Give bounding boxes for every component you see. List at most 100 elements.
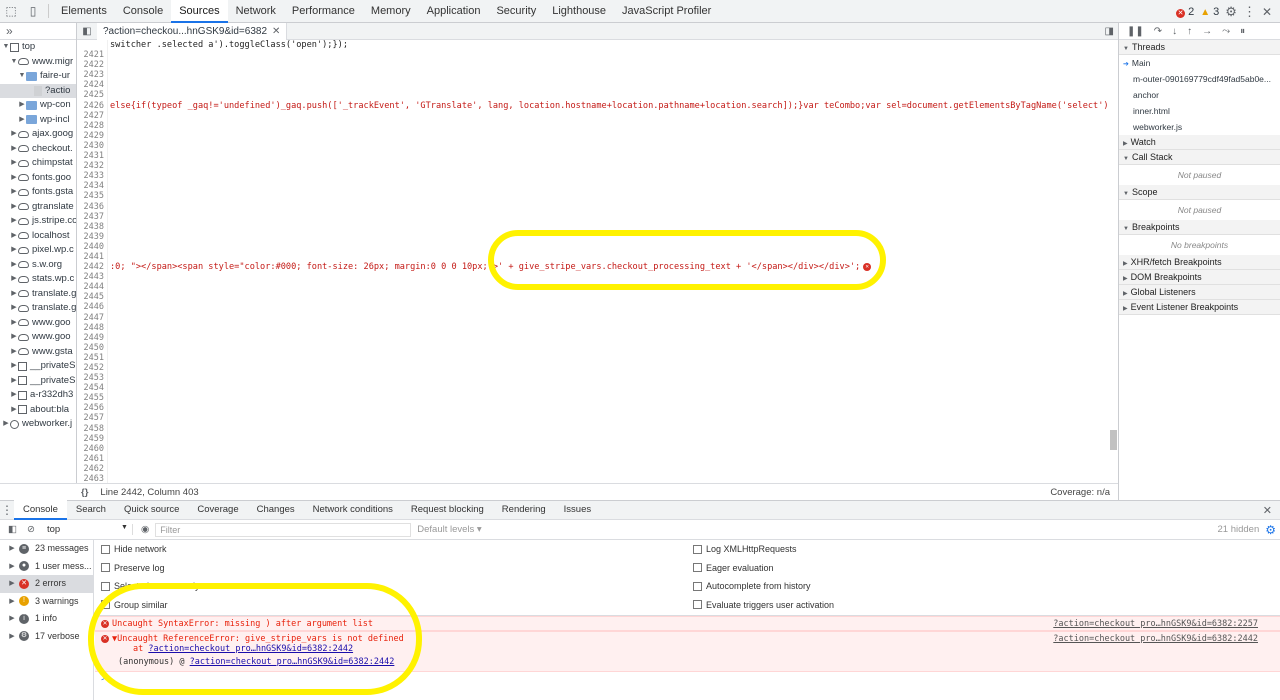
section-header-xhr-fetch-breakpoints[interactable]: ▶ XHR/fetch Breakpoints xyxy=(1119,255,1280,270)
checkbox[interactable] xyxy=(101,544,110,554)
live-expression-eye-icon[interactable]: ◉ xyxy=(141,524,149,535)
collapsed-triangle-icon[interactable]: ▶ xyxy=(10,287,18,302)
tree-item[interactable]: ▶ translate.g xyxy=(0,287,76,302)
device-toolbar-icon[interactable]: ▯ xyxy=(22,0,44,22)
more-tabs-chevron-icon[interactable]: » xyxy=(6,24,13,38)
collapsed-triangle-icon[interactable]: ▶ xyxy=(8,593,16,611)
section-header-watch[interactable]: ▶ Watch xyxy=(1119,135,1280,150)
collapsed-triangle-icon[interactable]: ▶ xyxy=(10,374,18,389)
collapsed-triangle-icon[interactable]: ▶ xyxy=(10,200,18,215)
line-number[interactable]: 2437 xyxy=(77,212,107,222)
setting-selected-context-only[interactable]: Selected context only xyxy=(101,581,200,591)
scroll-thumb[interactable] xyxy=(1110,430,1117,450)
tab-memory[interactable]: Memory xyxy=(363,0,419,23)
line-number[interactable]: 2423 xyxy=(77,70,107,80)
tab-network[interactable]: Network xyxy=(228,0,284,23)
line-number[interactable]: 2451 xyxy=(77,353,107,363)
tree-item[interactable]: ▶ pixel.wp.c xyxy=(0,243,76,258)
tree-item[interactable]: ?actio xyxy=(0,83,76,98)
collapsed-triangle-icon[interactable]: ▶ xyxy=(10,403,18,418)
collapsed-triangle-icon[interactable]: ▶ xyxy=(10,388,18,403)
line-number[interactable]: 2461 xyxy=(77,454,107,464)
tree-item[interactable]: ▶ www.gsta xyxy=(0,345,76,360)
error-source-link[interactable]: ?action=checkout_pro…hnGSK9&id=6382:2442 xyxy=(1053,634,1258,644)
drawer-tab-request-blocking[interactable]: Request blocking xyxy=(402,500,493,520)
pause-icon[interactable]: ❚❚ xyxy=(1127,26,1144,37)
tab-console[interactable]: Console xyxy=(115,0,171,23)
context-selector[interactable]: top ▼ xyxy=(47,524,133,535)
line-number[interactable]: 2441 xyxy=(77,252,107,262)
clear-console-icon[interactable]: ⊘ xyxy=(27,524,35,535)
tree-item[interactable]: ▶ localhost xyxy=(0,229,76,244)
setting-eager-evaluation[interactable]: Eager evaluation xyxy=(693,563,774,573)
tree-item[interactable]: ▶ translate.g xyxy=(0,301,76,316)
warning-counter[interactable]: ▲ 3 xyxy=(1200,6,1219,18)
tree-item[interactable]: ▶ about:bla xyxy=(0,403,76,418)
toggle-navigator-icon[interactable]: ◧ xyxy=(77,26,97,37)
setting-autocomplete-from-history[interactable]: Autocomplete from history xyxy=(693,581,811,591)
tree-item[interactable]: ▶ js.stripe.co xyxy=(0,214,76,229)
section-header-scope[interactable]: ▼ Scope xyxy=(1119,185,1280,200)
tree-item[interactable]: ▶ www.goo xyxy=(0,316,76,331)
line-number[interactable]: 2455 xyxy=(77,393,107,403)
collapsed-triangle-icon[interactable]: ▶ xyxy=(10,272,18,287)
collapsed-triangle-icon[interactable]: ▶ xyxy=(8,540,16,558)
collapsed-triangle-icon[interactable]: ▶ xyxy=(10,258,18,273)
thread-item[interactable]: webworker.js xyxy=(1119,119,1280,135)
thread-item[interactable]: anchor xyxy=(1119,87,1280,103)
expanded-triangle-icon[interactable]: ▼ xyxy=(2,40,10,55)
settings-gear-icon[interactable]: ⚙ xyxy=(1225,4,1237,20)
close-drawer-icon[interactable]: ✕ xyxy=(1263,504,1272,517)
tab-sources[interactable]: Sources xyxy=(171,0,228,23)
line-number[interactable]: 2457 xyxy=(77,413,107,423)
drawer-tab-console[interactable]: Console xyxy=(14,500,67,520)
collapsed-triangle-icon[interactable]: ▶ xyxy=(10,229,18,244)
expanded-triangle-icon[interactable]: ▼ xyxy=(10,55,18,70)
line-number[interactable]: 2421 xyxy=(77,50,107,60)
line-number[interactable]: 2448 xyxy=(77,323,107,333)
line-number[interactable]: 2426 xyxy=(77,101,107,111)
error-source-link[interactable]: ?action=checkout_pro…hnGSK9&id=6382:2257 xyxy=(1053,619,1258,629)
tree-item[interactable]: ▶ gtranslate xyxy=(0,200,76,215)
collapsed-triangle-icon[interactable]: ▶ xyxy=(10,214,18,229)
inspect-element-icon[interactable]: ⬚ xyxy=(0,0,22,22)
step-out-icon[interactable]: ↑ xyxy=(1187,26,1192,37)
collapsed-triangle-icon[interactable]: ▶ xyxy=(10,142,18,157)
line-number[interactable]: 2445 xyxy=(77,292,107,302)
line-number[interactable]: 2429 xyxy=(77,131,107,141)
collapsed-triangle-icon[interactable]: ▶ xyxy=(10,185,18,200)
thread-item[interactable]: m-outer-090169779cdf49fad5ab0e... xyxy=(1119,71,1280,87)
tree-item[interactable]: ▼ www.migr xyxy=(0,55,76,70)
console-settings-gear-icon[interactable]: ⚙ xyxy=(1265,523,1276,537)
console-filter-item[interactable]: ▶! 3 warnings xyxy=(0,593,93,611)
console-prompt[interactable]: > xyxy=(95,673,1280,687)
line-number[interactable]: 2447 xyxy=(77,313,107,323)
tree-item[interactable]: ▶ s.w.org xyxy=(0,258,76,273)
drawer-tab-issues[interactable]: Issues xyxy=(555,500,600,520)
line-number[interactable]: 2439 xyxy=(77,232,107,242)
section-header-call-stack[interactable]: ▼ Call Stack xyxy=(1119,150,1280,165)
vertical-scrollbar[interactable] xyxy=(1108,40,1118,490)
checkbox[interactable] xyxy=(693,544,702,554)
line-number[interactable]: 2436 xyxy=(77,202,107,212)
tab-security[interactable]: Security xyxy=(488,0,544,23)
line-number[interactable]: 2432 xyxy=(77,161,107,171)
line-number[interactable]: 2425 xyxy=(77,90,107,100)
section-header-global-listeners[interactable]: ▶ Global Listeners xyxy=(1119,285,1280,300)
line-number[interactable]: 2446 xyxy=(77,302,107,312)
console-filter-item[interactable]: ▶ ● 1 user mess... xyxy=(0,558,93,576)
log-levels-dropdown[interactable]: Default levels ▾ xyxy=(417,524,481,535)
collapsed-triangle-icon[interactable]: ▶ xyxy=(10,301,18,316)
line-number[interactable]: 2424 xyxy=(77,80,107,90)
line-number[interactable]: 2454 xyxy=(77,383,107,393)
line-number[interactable]: 2459 xyxy=(77,434,107,444)
collapsed-triangle-icon[interactable]: ▶ xyxy=(2,417,10,432)
line-number[interactable] xyxy=(77,40,107,50)
tree-item[interactable]: ▶ checkout. xyxy=(0,142,76,157)
tree-item[interactable]: ▼ top xyxy=(0,40,76,55)
collapsed-triangle-icon[interactable]: ▶ xyxy=(10,243,18,258)
collapsed-triangle-icon[interactable]: ▶ xyxy=(10,330,18,345)
error-text[interactable]: ▼Uncaught ReferenceError: give_stripe_va… xyxy=(112,634,404,644)
checkbox[interactable] xyxy=(693,600,702,609)
line-number[interactable]: 2444 xyxy=(77,282,107,292)
